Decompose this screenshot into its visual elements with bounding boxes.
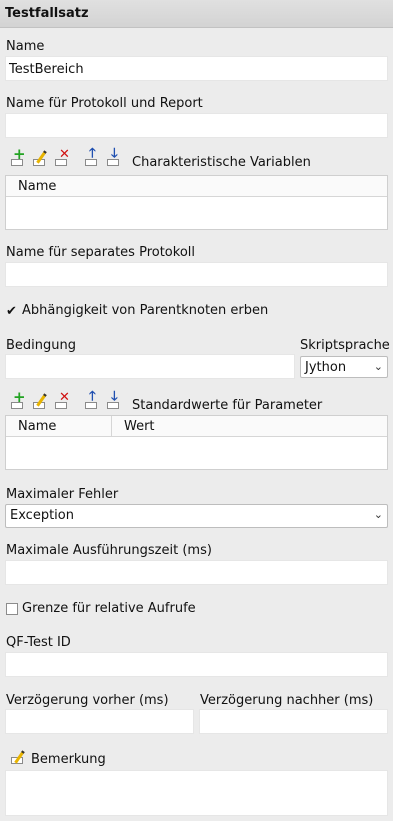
- move-down-parameter-button[interactable]: 🡓: [106, 389, 122, 409]
- char-vars-toolbar: + ✕ 🡑 🡓: [10, 145, 122, 166]
- delay-before-label: Verzögerung vorher (ms): [6, 693, 169, 708]
- max-error-value: Exception: [10, 508, 74, 523]
- edit-variable-button[interactable]: [32, 150, 48, 166]
- table-header: Name Wert: [6, 416, 387, 437]
- delay-after-label: Verzögerung nachher (ms): [200, 693, 374, 708]
- default-params-label: Standardwerte für Parameter: [132, 398, 323, 413]
- delete-icon: ✕: [59, 390, 70, 405]
- column-header-value[interactable]: Wert: [124, 419, 155, 434]
- protocol-name-label: Name für Protokoll und Report: [6, 96, 203, 111]
- max-exec-time-input[interactable]: [5, 560, 388, 585]
- plus-icon: +: [13, 145, 26, 163]
- max-error-label: Maximaler Fehler: [6, 487, 119, 502]
- edit-parameter-button[interactable]: [32, 393, 48, 409]
- name-input[interactable]: TestBereich: [5, 56, 388, 81]
- table-header: Name: [6, 176, 387, 197]
- panel-header: Testfallsatz: [0, 0, 393, 28]
- column-header-name[interactable]: Name: [18, 179, 56, 194]
- remark-label: Bemerkung: [31, 752, 106, 767]
- script-language-value: Jython: [305, 360, 347, 375]
- chevron-down-icon: ⌄: [373, 508, 383, 521]
- name-label: Name: [6, 39, 45, 54]
- inherit-dependency-label: Abhängigkeit von Parentknoten erben: [22, 303, 269, 318]
- arrow-down-icon: 🡓: [111, 389, 118, 404]
- delay-before-input[interactable]: [5, 709, 194, 734]
- max-exec-time-label: Maximale Ausführungszeit (ms): [6, 543, 212, 558]
- script-language-label: Skriptsprache: [300, 338, 390, 353]
- remark-textarea[interactable]: [5, 770, 388, 816]
- delete-variable-button[interactable]: ✕: [54, 147, 70, 166]
- condition-label: Bedingung: [6, 338, 77, 353]
- chevron-down-icon: ⌄: [373, 360, 383, 373]
- delete-parameter-button[interactable]: ✕: [54, 390, 70, 409]
- max-error-select[interactable]: Exception ⌄: [5, 504, 388, 528]
- relative-calls-checkbox[interactable]: [6, 603, 18, 615]
- column-divider[interactable]: [111, 416, 112, 436]
- edit-remark-button[interactable]: [10, 750, 26, 766]
- inherit-dependency-checkbox[interactable]: ✔: [6, 304, 17, 319]
- script-language-select[interactable]: Jython ⌄: [300, 356, 388, 378]
- char-vars-table[interactable]: Name: [5, 175, 388, 230]
- arrow-up-icon: 🡑: [89, 146, 96, 161]
- move-up-parameter-button[interactable]: 🡑: [84, 389, 100, 409]
- arrow-down-icon: 🡓: [111, 146, 118, 161]
- plus-icon: +: [13, 388, 26, 406]
- qftest-id-input[interactable]: [5, 652, 388, 677]
- condition-input[interactable]: [5, 354, 295, 379]
- column-header-name[interactable]: Name: [18, 419, 56, 434]
- add-parameter-button[interactable]: +: [10, 388, 26, 409]
- arrow-up-icon: 🡑: [89, 389, 96, 404]
- default-params-table[interactable]: Name Wert: [5, 415, 388, 470]
- protocol-name-input[interactable]: [5, 113, 388, 138]
- qftest-id-label: QF-Test ID: [6, 635, 71, 650]
- add-variable-button[interactable]: +: [10, 145, 26, 166]
- relative-calls-label: Grenze für relative Aufrufe: [22, 601, 196, 616]
- delete-icon: ✕: [59, 147, 70, 162]
- move-down-variable-button[interactable]: 🡓: [106, 146, 122, 166]
- params-toolbar: + ✕ 🡑 🡓: [10, 388, 122, 409]
- panel-title: Testfallsatz: [5, 6, 89, 21]
- move-up-variable-button[interactable]: 🡑: [84, 146, 100, 166]
- char-vars-label: Charakteristische Variablen: [132, 155, 311, 170]
- checkmark-icon: ✔: [6, 304, 17, 319]
- separate-protocol-label: Name für separates Protokoll: [6, 245, 195, 260]
- separate-protocol-input[interactable]: [5, 262, 388, 287]
- delay-after-input[interactable]: [199, 709, 388, 734]
